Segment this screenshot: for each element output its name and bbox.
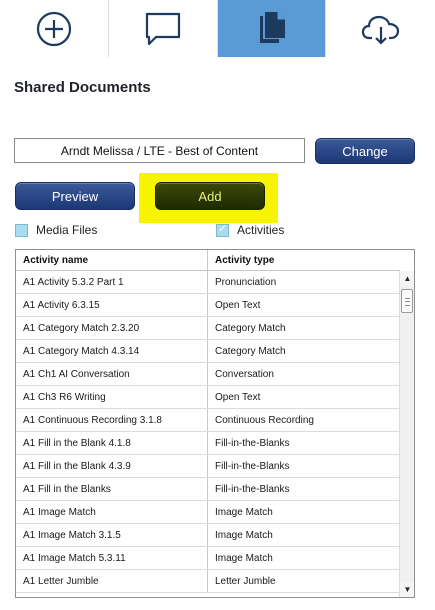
activity-name-cell: A1 Continuous Recording 3.1.8 bbox=[16, 409, 208, 431]
activity-name-cell: A1 Activity 6.3.15 bbox=[16, 294, 208, 316]
activity-name-cell: A1 Category Match 2.3.20 bbox=[16, 317, 208, 339]
activities-filter[interactable]: Activities bbox=[216, 222, 285, 237]
activity-type-cell: Continuous Recording bbox=[215, 414, 314, 426]
tab-chat[interactable] bbox=[108, 0, 218, 57]
top-tab-bar bbox=[0, 0, 435, 57]
activity-type-cell: Image Match bbox=[215, 529, 273, 541]
table-row[interactable]: A1 Letter Jumble Letter Jumble bbox=[16, 570, 400, 593]
table-row[interactable]: A1 Fill in the Blank 4.3.9 Fill-in-the-Bl… bbox=[16, 455, 400, 478]
activity-type-cell: Pronunciation bbox=[215, 276, 277, 288]
activity-name-cell: A1 Ch1 AI Conversation bbox=[16, 363, 208, 385]
activity-name-cell: A1 Category Match 4.3.14 bbox=[16, 340, 208, 362]
chat-icon bbox=[145, 12, 180, 45]
table-row[interactable]: A1 Category Match 4.3.14 Category Match bbox=[16, 340, 400, 363]
activity-name-cell: A1 Fill in the Blank 4.1.8 bbox=[16, 432, 208, 454]
tab-add[interactable] bbox=[0, 0, 109, 57]
activity-type-cell: Fill-in-the-Blanks bbox=[215, 460, 290, 472]
selected-resource-field: Arndt Melissa / LTE - Best of Content bbox=[14, 138, 305, 163]
activity-name-cell: A1 Image Match bbox=[16, 501, 208, 523]
activity-name-cell: A1 Activity 5.3.2 Part 1 bbox=[16, 271, 208, 293]
activities-table: Activity name Activity type A1 Activity … bbox=[15, 249, 415, 598]
table-row[interactable]: A1 Continuous Recording 3.1.8 Continuous … bbox=[16, 409, 400, 432]
tab-documents[interactable] bbox=[217, 0, 327, 57]
table-scrollbar[interactable]: ▲ ▼ bbox=[399, 271, 414, 597]
table-row[interactable]: A1 Ch3 R6 Writing Open Text bbox=[16, 386, 400, 409]
activity-type-cell: Fill-in-the-Blanks bbox=[215, 483, 290, 495]
activity-name-cell: A1 Image Match 5.3.11 bbox=[16, 547, 208, 569]
table-row[interactable]: A1 Image Match 3.1.5 Image Match bbox=[16, 524, 400, 547]
activity-name-cell: A1 Ch3 R6 Writing bbox=[16, 386, 208, 408]
table-row[interactable]: A1 Fill in the Blank 4.1.8 Fill-in-the-Bl… bbox=[16, 432, 400, 455]
activity-type-cell: Conversation bbox=[215, 368, 274, 380]
activity-type-cell: Open Text bbox=[215, 299, 261, 311]
change-button[interactable]: Change bbox=[315, 138, 415, 164]
scroll-thumb[interactable] bbox=[401, 289, 413, 313]
table-row[interactable]: A1 Image Match 5.3.11 Image Match bbox=[16, 547, 400, 570]
activity-type-cell: Category Match bbox=[215, 322, 286, 334]
activity-name-cell: A1 Letter Jumble bbox=[16, 570, 208, 592]
cloud-download-icon bbox=[361, 15, 399, 45]
activity-type-cell: Image Match bbox=[215, 506, 273, 518]
page-title: Shared Documents bbox=[14, 79, 151, 96]
activity-name-cell: A1 Fill in the Blank 4.3.9 bbox=[16, 455, 208, 477]
add-button[interactable]: Add bbox=[155, 182, 265, 210]
activity-type-cell: Fill-in-the-Blanks bbox=[215, 437, 290, 449]
scroll-up-arrow-icon[interactable]: ▲ bbox=[400, 271, 414, 286]
table-row[interactable]: A1 Ch1 AI Conversation Conversation bbox=[16, 363, 400, 386]
activity-type-cell: Open Text bbox=[215, 391, 261, 403]
plus-circle-icon bbox=[36, 11, 71, 46]
activities-checkbox[interactable] bbox=[216, 222, 229, 237]
media-files-checkbox[interactable] bbox=[15, 223, 28, 237]
table-row[interactable]: A1 Category Match 2.3.20 Category Match bbox=[16, 317, 400, 340]
activity-type-cell: Image Match bbox=[215, 552, 273, 564]
tab-cloud-download[interactable] bbox=[326, 0, 435, 57]
activities-label: Activities bbox=[237, 223, 285, 237]
activity-type-cell: Category Match bbox=[215, 345, 286, 357]
table-row[interactable]: A1 Image Match Image Match bbox=[16, 501, 400, 524]
table-row[interactable]: A1 Activity 6.3.15 Open Text bbox=[16, 294, 400, 317]
scroll-down-arrow-icon[interactable]: ▼ bbox=[400, 582, 414, 597]
activity-name-cell: A1 Image Match 3.1.5 bbox=[16, 524, 208, 546]
table-header: Activity name Activity type bbox=[16, 250, 400, 271]
table-row[interactable]: A1 Fill in the Blanks Fill-in-the-Blanks bbox=[16, 478, 400, 501]
documents-icon bbox=[260, 11, 286, 43]
media-files-label: Media Files bbox=[36, 223, 98, 237]
activity-type-cell: Letter Jumble bbox=[215, 575, 276, 587]
table-body: A1 Activity 5.3.2 Part 1 Pronunciation A1 … bbox=[16, 271, 400, 593]
activity-name-cell: A1 Fill in the Blanks bbox=[16, 478, 208, 500]
column-header-activity-type[interactable]: Activity type bbox=[208, 250, 400, 270]
column-header-activity-name[interactable]: Activity name bbox=[16, 250, 208, 270]
preview-button[interactable]: Preview bbox=[15, 182, 135, 210]
media-files-filter[interactable]: Media Files bbox=[15, 223, 97, 237]
table-row[interactable]: A1 Activity 5.3.2 Part 1 Pronunciation bbox=[16, 271, 400, 294]
